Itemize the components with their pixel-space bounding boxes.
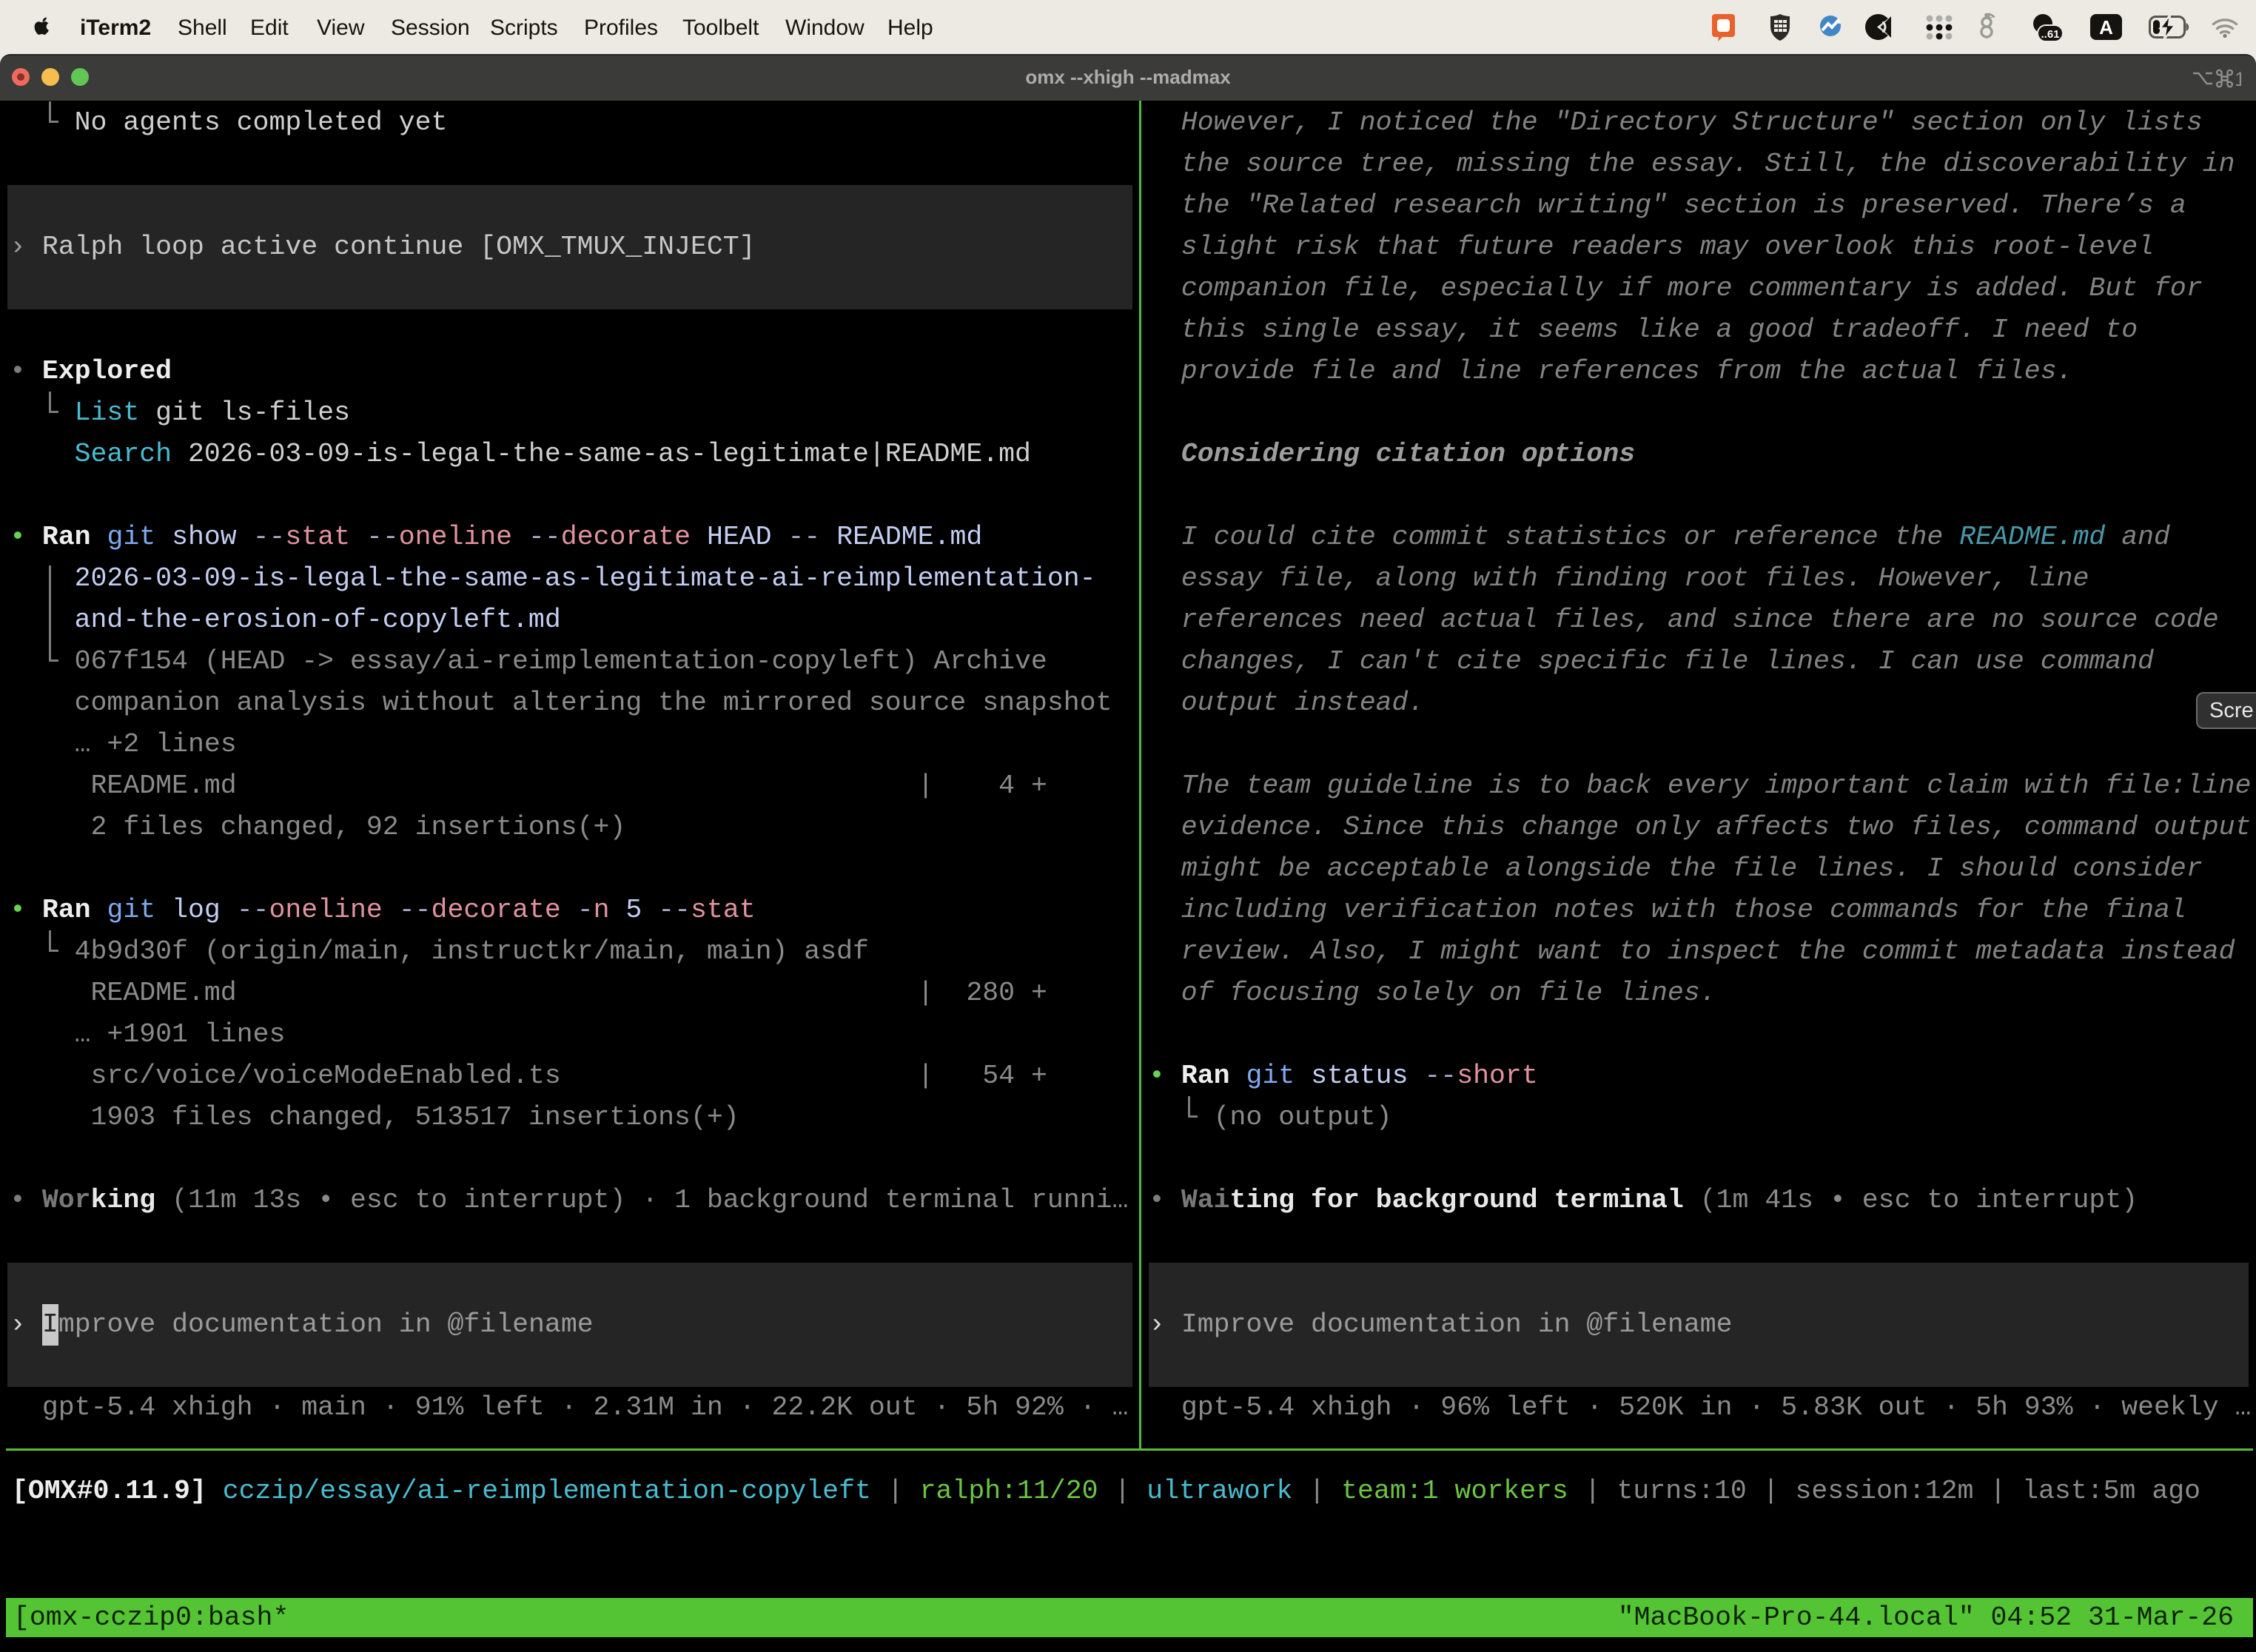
svg-text:A: A (2099, 16, 2113, 38)
svg-text:1: 1 (2235, 68, 2241, 90)
svg-text:..61: ..61 (2041, 28, 2059, 41)
